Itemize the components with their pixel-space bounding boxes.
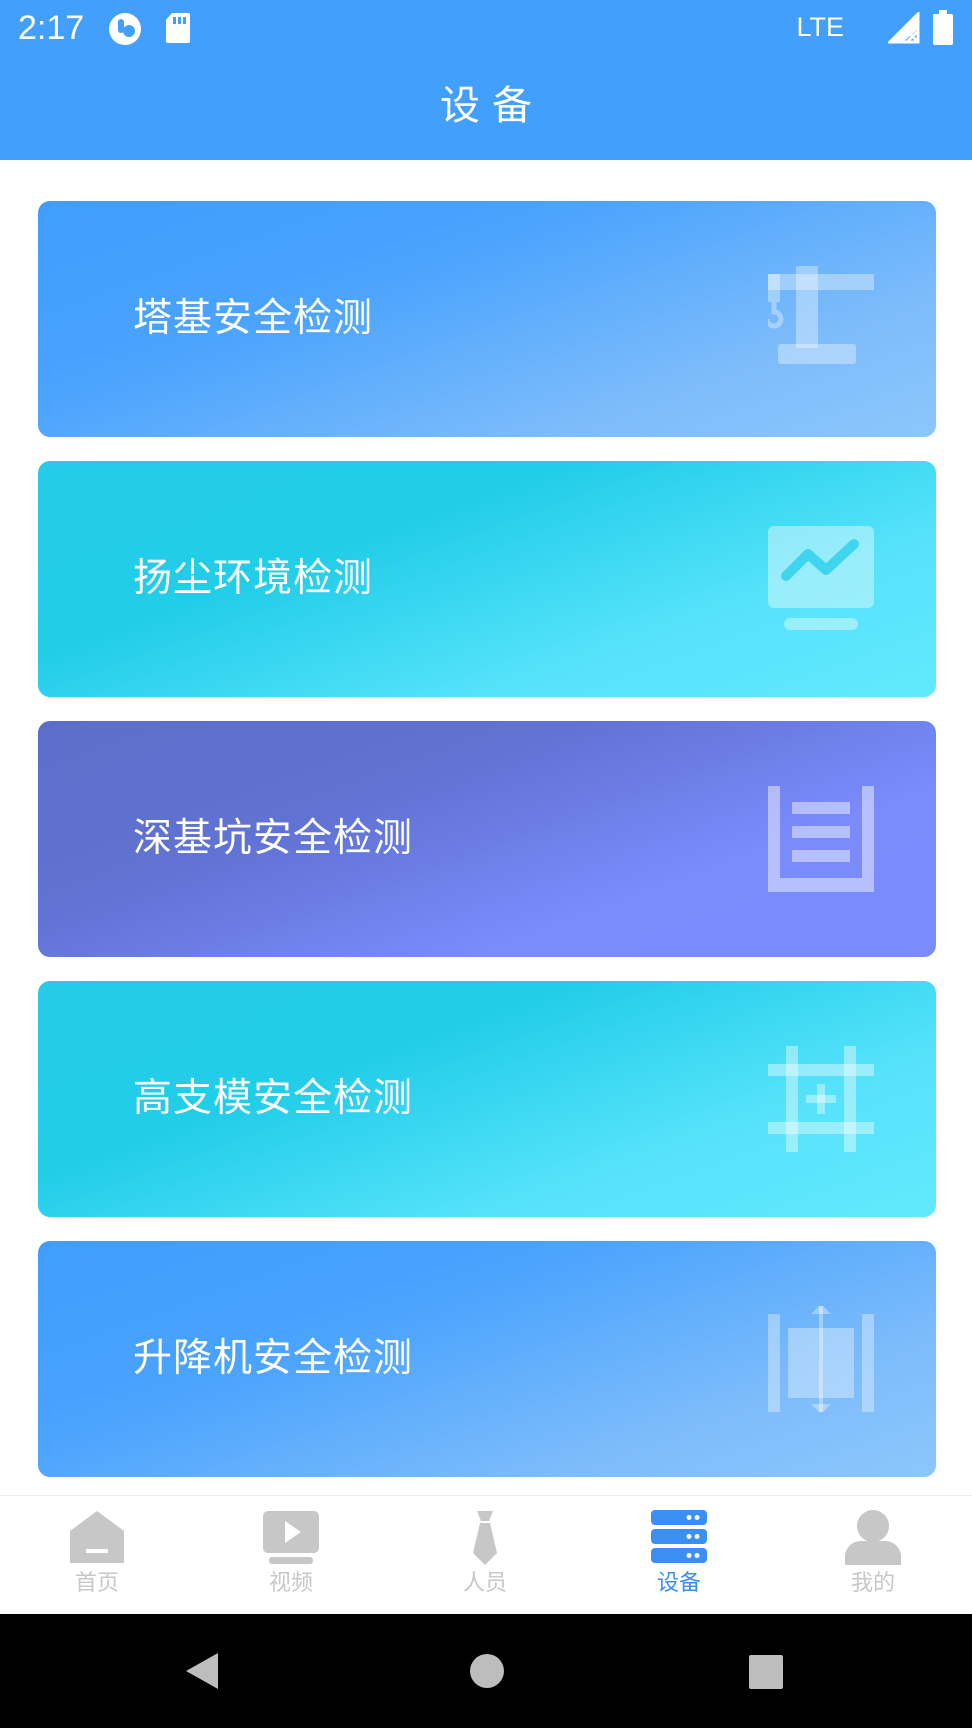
network-type: LTE — [796, 12, 844, 42]
sd-card-icon — [166, 13, 190, 43]
tie-icon — [473, 1511, 497, 1565]
elevator-icon — [768, 1306, 874, 1412]
nav-item-video[interactable]: 视频 — [194, 1496, 388, 1615]
status-bar: 2:17 LTE — [0, 0, 972, 56]
nav-item-personnel[interactable]: 人员 — [388, 1496, 582, 1615]
nav-label: 视频 — [268, 1571, 313, 1596]
nav-label: 首页 — [74, 1571, 119, 1596]
nav-label: 设备 — [656, 1571, 701, 1596]
page-title: 设备 — [440, 83, 544, 129]
card-tower-crane[interactable]: 塔基安全检测 — [38, 201, 936, 437]
signal-icon — [888, 12, 920, 44]
home-circle-icon[interactable] — [469, 1653, 505, 1689]
system-nav-bar — [0, 1614, 972, 1728]
card-label: 扬尘环境检测 — [133, 556, 374, 601]
nav-label: 人员 — [462, 1571, 507, 1596]
back-icon[interactable] — [184, 1651, 220, 1691]
nav-item-devices[interactable]: 设备 — [582, 1496, 776, 1615]
status-time: 2:17 — [18, 9, 85, 47]
card-dust-environment[interactable]: 扬尘环境检测 — [38, 461, 936, 697]
server-icon — [651, 1510, 707, 1563]
app-bar: 设备 — [0, 56, 972, 160]
card-label: 深基坑安全检测 — [133, 816, 414, 861]
formwork-grid-icon — [768, 1046, 874, 1152]
card-deep-foundation-pit[interactable]: 深基坑安全检测 — [38, 721, 936, 957]
card-label: 塔基安全检测 — [133, 296, 374, 341]
home-icon — [70, 1511, 124, 1563]
monitor-chart-icon — [768, 526, 874, 630]
nav-item-mine[interactable]: 我的 — [776, 1496, 970, 1615]
bottom-nav: 首页 视频 人员 设备 我的 — [0, 1495, 972, 1615]
card-high-formwork[interactable]: 高支模安全检测 — [38, 981, 936, 1217]
foundation-pit-icon — [768, 786, 874, 892]
video-icon — [263, 1511, 319, 1564]
tower-crane-icon — [768, 266, 874, 364]
user-icon — [845, 1510, 901, 1565]
card-label: 升降机安全检测 — [133, 1336, 414, 1381]
card-elevator[interactable]: 升降机安全检测 — [38, 1241, 936, 1477]
recents-icon[interactable] — [748, 1654, 784, 1690]
nav-item-home[interactable]: 首页 — [0, 1496, 194, 1615]
nav-label: 我的 — [850, 1571, 895, 1596]
card-label: 高支模安全检测 — [133, 1076, 414, 1121]
launcher-icon — [109, 13, 141, 45]
battery-icon — [933, 10, 953, 45]
